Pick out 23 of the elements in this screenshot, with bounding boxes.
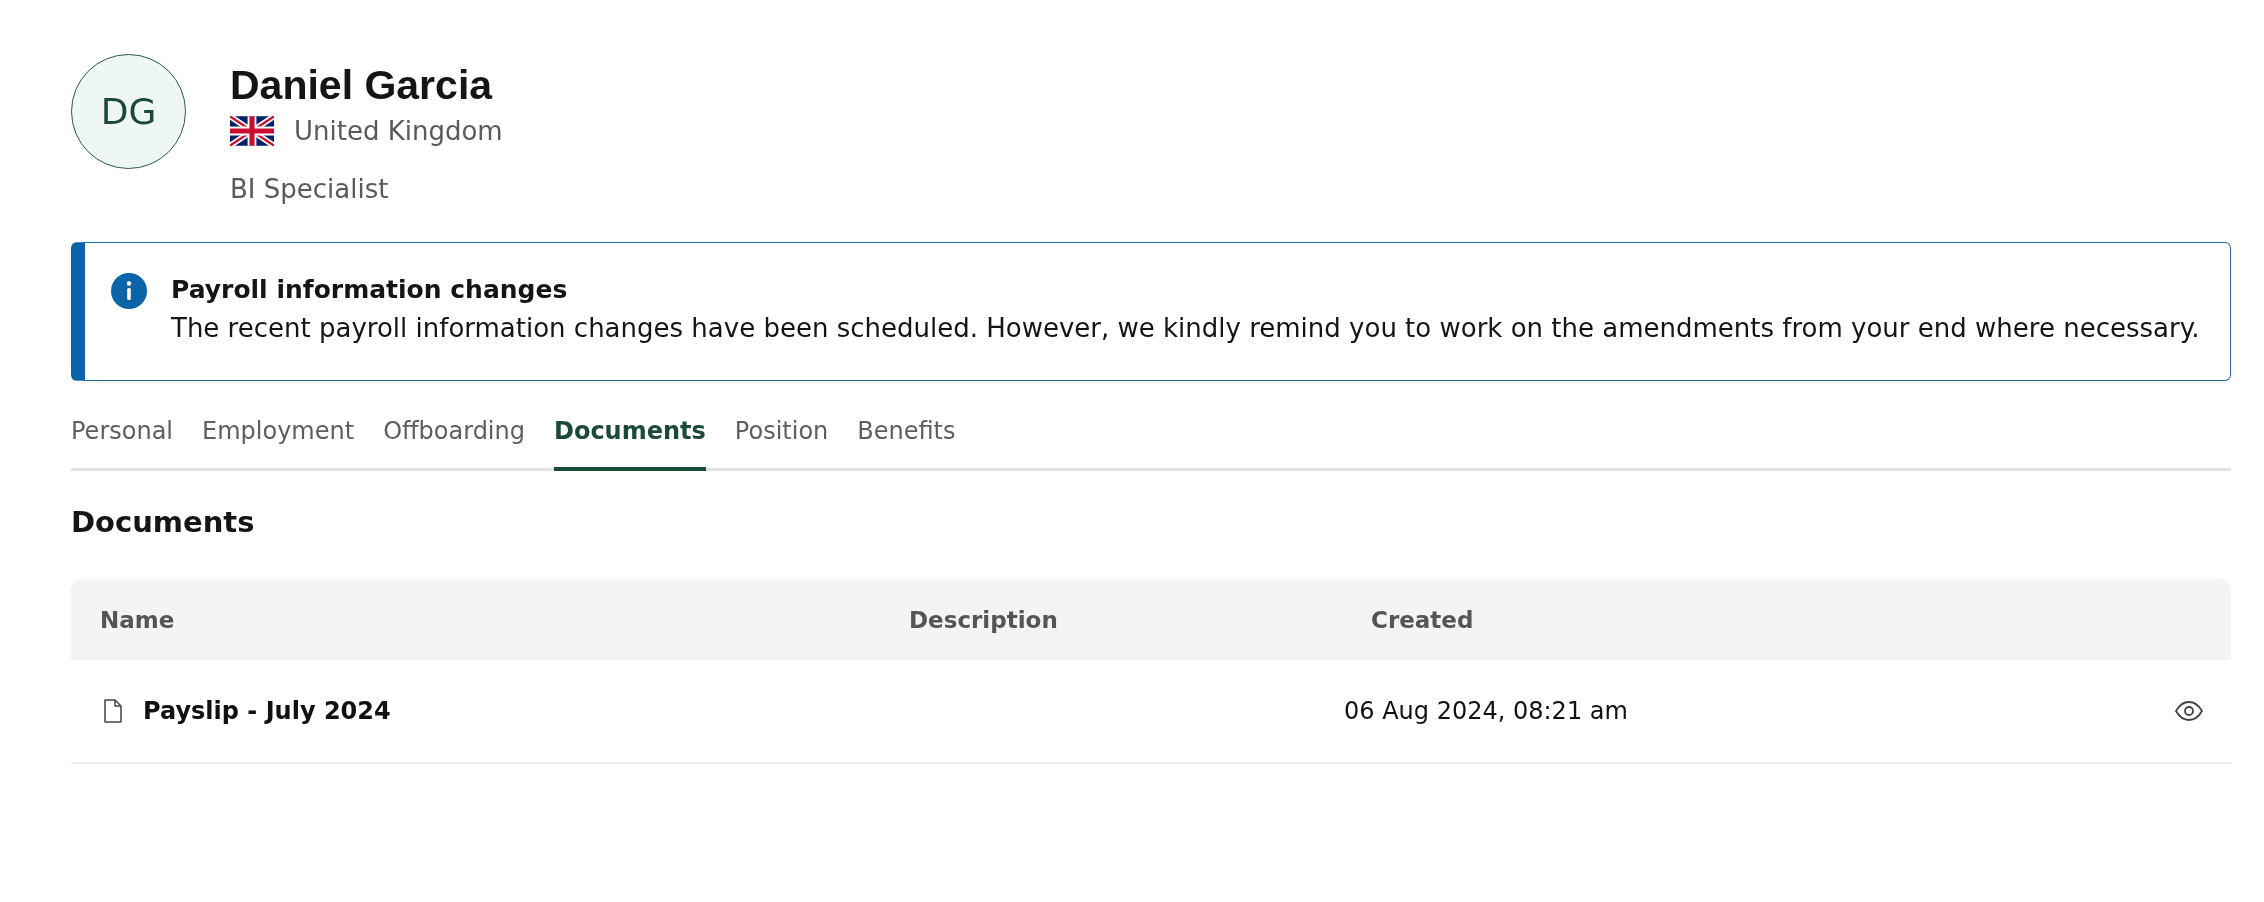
alert-message: The recent payroll information changes have been scheduled. However, we kindly remind you to work on the amendments from your end where necessary. — [171, 312, 2200, 345]
column-header: Created — [1371, 606, 1475, 633]
document-name: Payslip - July 2024 — [143, 697, 391, 725]
section-title: Documents — [71, 505, 256, 539]
created-date: 06 Aug 2024, 08:21 am — [1344, 697, 1628, 725]
country-label: United Kingdom — [294, 115, 503, 148]
info-icon — [111, 273, 147, 309]
column-header: Description — [909, 606, 1059, 633]
tab[interactable]: Offboarding — [383, 401, 525, 471]
alert-title: Payroll information changes — [171, 274, 569, 306]
column-header: Name — [100, 606, 176, 633]
view-icon[interactable] — [2175, 701, 2203, 721]
tab[interactable]: Employment — [202, 401, 355, 471]
tab[interactable]: Documents — [554, 401, 706, 471]
tab[interactable]: Personal — [71, 401, 174, 471]
tab[interactable]: Benefits — [857, 401, 956, 471]
avatar-initials: DG — [71, 54, 186, 169]
document-icon — [103, 699, 123, 723]
table-row[interactable]: Payslip - July 2024 06 Aug 2024, 08:21 am — [71, 660, 2231, 764]
employee-name: Daniel Garcia — [230, 61, 494, 110]
tab[interactable]: Position — [734, 401, 829, 471]
uk-flag-icon — [230, 116, 274, 146]
job-title: BI Specialist — [230, 173, 390, 206]
